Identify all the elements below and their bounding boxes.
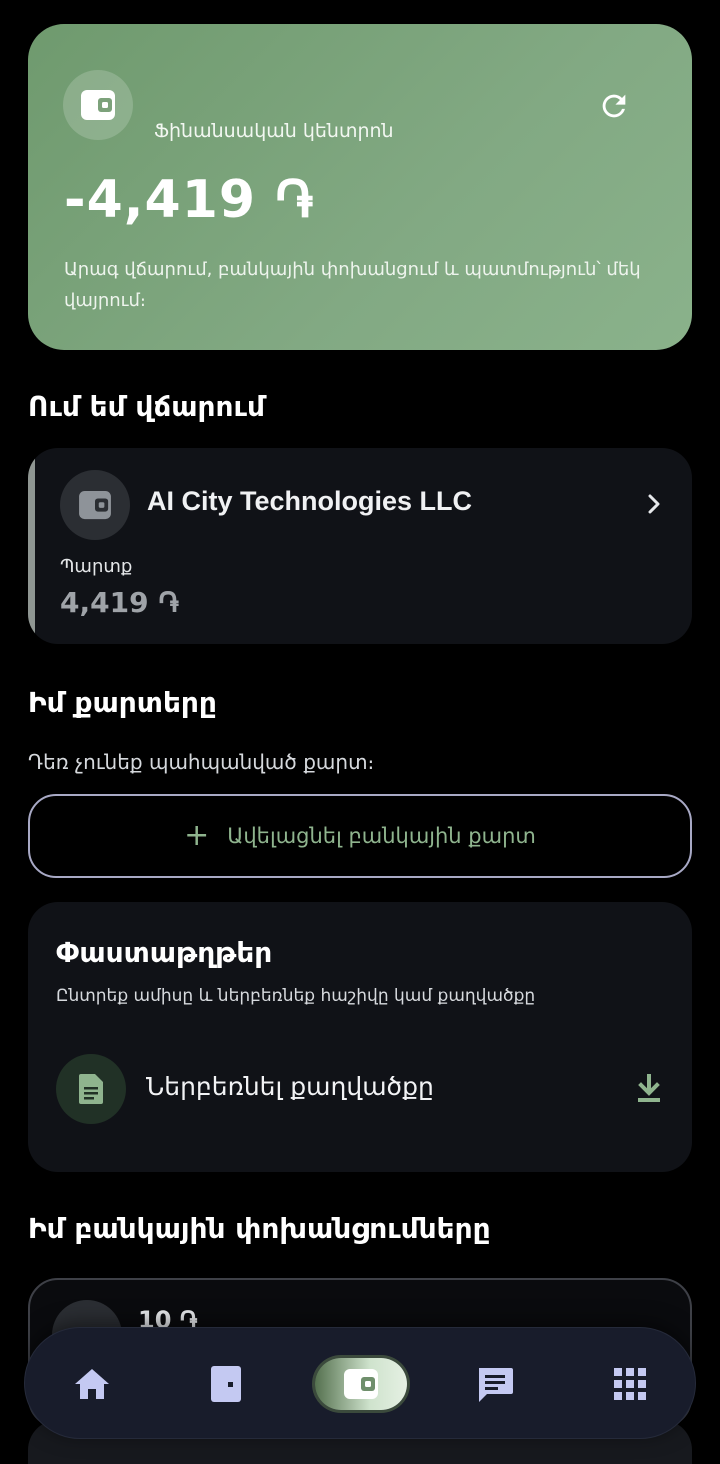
nav-card[interactable] bbox=[171, 1328, 281, 1440]
chevron-right-icon[interactable] bbox=[646, 492, 662, 520]
refresh-icon bbox=[602, 94, 626, 118]
apps-grid-icon bbox=[614, 1368, 646, 1400]
payees-section-title: Ում եմ վճարում bbox=[28, 390, 265, 423]
hero-description: Արագ վճարում, բանկային փոխանցում և պատմո… bbox=[64, 259, 641, 311]
wallet-icon bbox=[344, 1369, 378, 1399]
add-card-button[interactable]: + Ավելացնել բանկային քարտ bbox=[28, 794, 692, 878]
hero-title: Ֆինանսական կենտրոն bbox=[154, 120, 394, 142]
add-card-label: Ավելացնել բանկային քարտ bbox=[227, 824, 536, 848]
payee-name: AI City Technologies LLC bbox=[147, 486, 473, 516]
finance-hero-card: Ֆինանսական կենտրոն -4,419 ֏ Արագ վճարում… bbox=[28, 24, 692, 350]
debt-amount: 4,419 ֏ bbox=[60, 586, 179, 619]
nav-home[interactable] bbox=[37, 1328, 147, 1440]
nav-chat[interactable] bbox=[440, 1328, 550, 1440]
debt-label: Պարտք bbox=[60, 556, 133, 577]
nav-active-indicator bbox=[315, 1358, 407, 1410]
cards-empty-text: Դեռ չունեք պահպանված քարտ։ bbox=[28, 750, 375, 774]
download-icon[interactable] bbox=[636, 1074, 662, 1108]
nav-apps[interactable] bbox=[575, 1328, 685, 1440]
documents-subtitle: Ընտրեք ամիսը և ներբեռնեք հաշիվը կամ քաղվ… bbox=[56, 986, 536, 1006]
chat-icon bbox=[479, 1368, 513, 1402]
transfers-section-title: Իմ բանկային փոխանցումները bbox=[28, 1212, 491, 1245]
payee-accent-bar bbox=[28, 448, 35, 644]
refresh-button[interactable] bbox=[594, 86, 634, 126]
download-statement-label[interactable]: Ներբեռնել քաղվածքը bbox=[146, 1072, 434, 1101]
wallet-icon bbox=[63, 70, 133, 140]
wallet-icon bbox=[60, 470, 130, 540]
cards-section-title: Իմ քարտերը bbox=[28, 686, 217, 719]
documents-title: Փաստաթղթեր bbox=[56, 936, 273, 969]
nav-wallet[interactable] bbox=[306, 1328, 416, 1440]
payee-card[interactable]: AI City Technologies LLC Պարտք 4,419 ֏ bbox=[28, 448, 692, 644]
bottom-navigation bbox=[24, 1327, 696, 1439]
plus-icon: + bbox=[184, 818, 210, 853]
card-icon bbox=[211, 1366, 241, 1402]
documents-card: Փաստաթղթեր Ընտրեք ամիսը և ներբեռնեք հաշի… bbox=[28, 902, 692, 1172]
home-icon bbox=[75, 1369, 109, 1399]
balance-amount: -4,419 ֏ bbox=[64, 170, 315, 230]
document-icon bbox=[56, 1054, 126, 1124]
